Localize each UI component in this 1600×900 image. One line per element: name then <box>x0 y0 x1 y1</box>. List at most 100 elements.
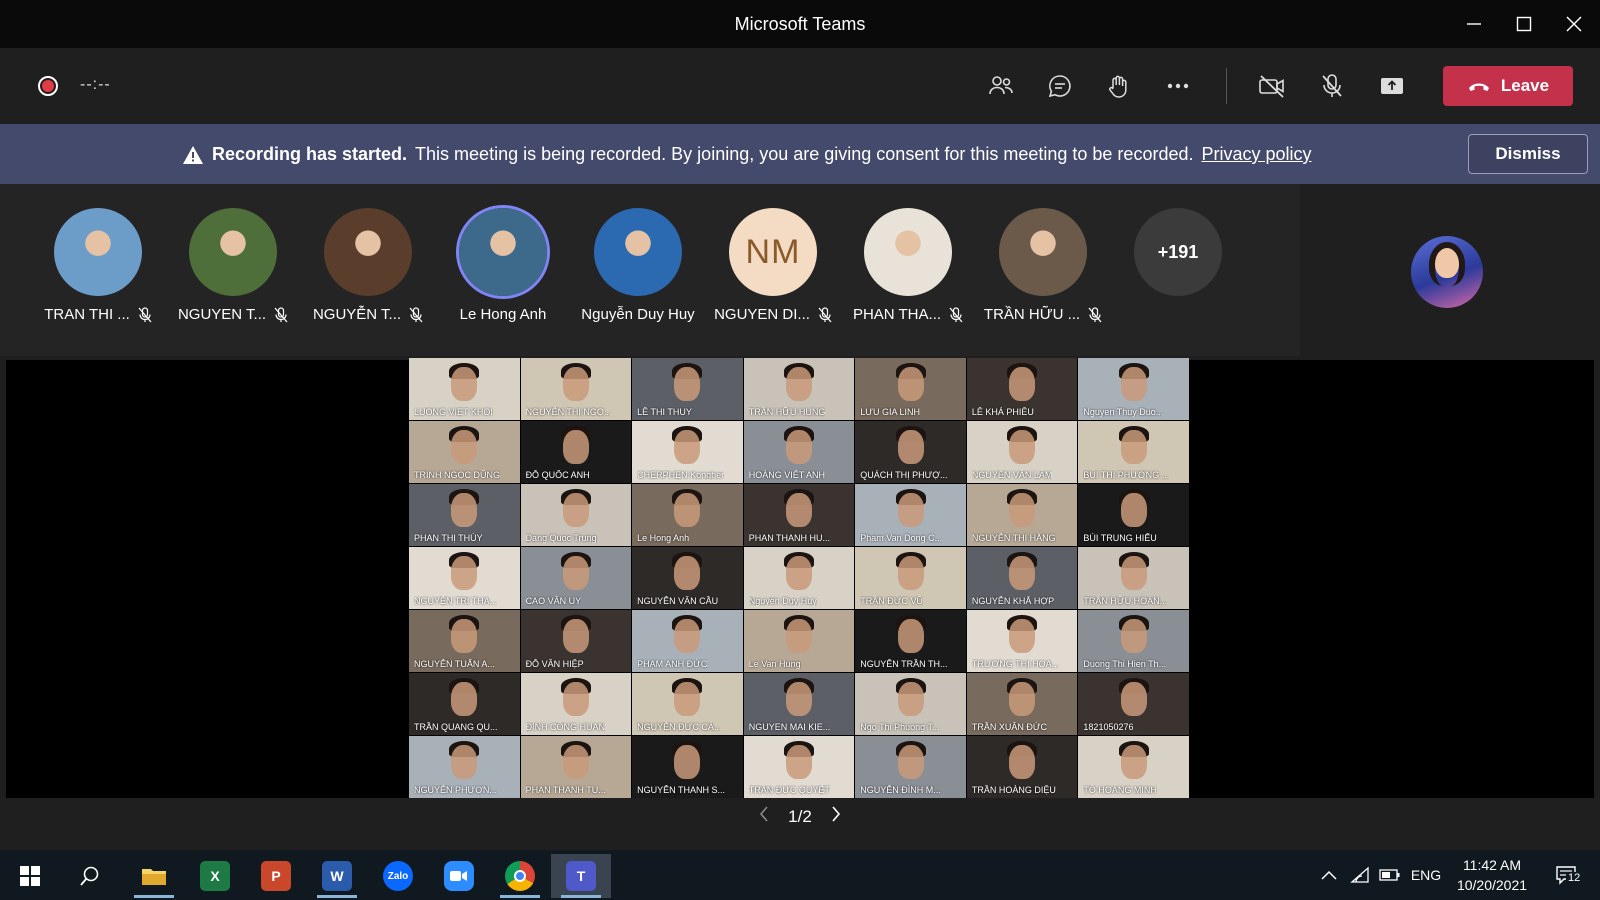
search-button[interactable] <box>60 854 120 898</box>
video-tile[interactable]: LÊ THI THUY <box>632 358 743 420</box>
video-tile[interactable]: TRẦN HỮU HUNG <box>743 358 855 420</box>
video-tile[interactable]: NGUYỄN VĂN LÂM <box>966 421 1078 483</box>
video-silhouette-face <box>897 744 924 779</box>
video-tile[interactable]: LUONG VIET KHOI <box>409 358 520 420</box>
video-tile[interactable]: ĐINH CÔNG HUAN <box>520 673 632 735</box>
video-tile[interactable]: Le Van Hung <box>743 610 855 672</box>
video-tile[interactable]: HOÀNG VIỆT ANH <box>743 421 855 483</box>
taskbar-app-button[interactable]: Zalo <box>368 854 428 898</box>
taskbar-app-button[interactable]: W <box>307 854 367 898</box>
video-tile[interactable]: TRẦN HOÀNG DIỆU <box>966 736 1078 798</box>
participant-name-row: Nguyễn Duy Huy <box>570 306 706 323</box>
participant-tile[interactable]: TRẦN HỮU ... <box>975 208 1111 323</box>
video-silhouette-face <box>451 555 478 590</box>
participant-tile[interactable]: Le Hong Anh <box>435 208 571 323</box>
video-tile[interactable]: NGUYEN MAI KIE... <box>743 673 855 735</box>
reactions-button[interactable] <box>1097 64 1141 108</box>
video-tile[interactable]: 1821050276 <box>1078 673 1189 735</box>
video-tile[interactable]: NGUYỄN VĂN CẦU <box>632 547 743 609</box>
video-tile[interactable]: BÙI THỊ PHƯƠNG ... <box>1078 421 1189 483</box>
taskbar-app-button[interactable]: P <box>246 854 306 898</box>
video-tile[interactable]: QUÁCH THỊ PHƯỢ... <box>855 421 966 483</box>
video-tile[interactable]: PHAN THANH HU... <box>743 484 855 546</box>
battery-button[interactable] <box>1376 850 1404 900</box>
video-tile[interactable]: TRINH NGỌC DŨNG <box>409 421 520 483</box>
video-silhouette-face <box>451 681 478 716</box>
video-tile[interactable]: Ngo Thi Phuong T... <box>855 673 966 735</box>
taskbar-app-button[interactable] <box>124 854 184 898</box>
system-clock[interactable]: 11:42 AM 10/20/2021 <box>1446 855 1538 895</box>
video-tile[interactable]: CHERPHEN Kongher <box>632 421 743 483</box>
maximize-button[interactable] <box>1504 8 1544 40</box>
video-tile[interactable]: BÙI TRUNG HIẾU <box>1078 484 1189 546</box>
video-tile[interactable]: Duong Thi Hien Th... <box>1078 610 1189 672</box>
video-tile[interactable]: TRẦN XUÂN ĐỨC <box>966 673 1078 735</box>
participant-tile[interactable]: PHAN THA... <box>840 208 976 323</box>
zalo-icon: Zalo <box>383 861 413 891</box>
video-tile[interactable]: Dang Quoc Trung <box>520 484 632 546</box>
video-tile[interactable]: NGUYỄN TUẤN A... <box>409 610 520 672</box>
taskbar-app-button[interactable] <box>490 854 550 898</box>
share-content-button[interactable] <box>1370 64 1414 108</box>
show-participants-button[interactable] <box>979 64 1023 108</box>
camera-toggle-button[interactable] <box>1250 64 1294 108</box>
video-tile[interactable]: TÔ HOÀNG MINH <box>1078 736 1189 798</box>
video-tile[interactable]: TRẦN HỮU HOÀN... <box>1078 547 1189 609</box>
previous-page-button[interactable] <box>759 806 769 827</box>
video-tile-label: TRƯƠNG THỊ HOA... <box>971 659 1060 669</box>
video-silhouette-face <box>897 681 924 716</box>
participant-tile[interactable]: Nguyễn Duy Huy <box>570 208 706 323</box>
video-tile[interactable]: ĐỖ QUỐC ANH <box>520 421 632 483</box>
more-actions-button[interactable] <box>1156 64 1200 108</box>
start-button[interactable] <box>0 854 60 898</box>
more-participants-button[interactable]: +191 <box>1110 208 1246 296</box>
video-tile[interactable]: Nguyen Thuy Duo... <box>1078 358 1189 420</box>
input-language-button[interactable]: ENG <box>1406 850 1446 900</box>
taskbar-app-button[interactable] <box>429 854 489 898</box>
taskbar-app-button[interactable]: T <box>551 854 611 898</box>
video-tile[interactable]: TRẦN ĐỨC VŨ <box>855 547 966 609</box>
mic-toggle-button[interactable] <box>1310 64 1354 108</box>
video-tile[interactable]: TRẦN ĐỨC QUYẾT <box>743 736 855 798</box>
video-tile[interactable]: ĐỖ VĂN HIỆP <box>520 610 632 672</box>
video-tile[interactable]: NGUYỄN ĐÌNH M... <box>855 736 966 798</box>
privacy-policy-link[interactable]: Privacy policy <box>1201 144 1311 165</box>
video-tile[interactable]: Nguyễn Duy Huy <box>743 547 855 609</box>
video-tile[interactable]: NGUYỄN KHẮ HỢP <box>966 547 1078 609</box>
show-hidden-icons-button[interactable] <box>1314 850 1344 900</box>
video-tile[interactable]: NGUYỄN ĐỨC CÁ... <box>632 673 743 735</box>
video-tile[interactable]: LƯU GIA LINH <box>855 358 966 420</box>
participant-tile[interactable]: NGUYỄN T... <box>300 208 436 323</box>
video-tile[interactable]: LÊ KHẢ PHIÊU <box>966 358 1078 420</box>
video-tile[interactable]: NGUYỄN THỊ NGỌ... <box>520 358 632 420</box>
show-conversation-button[interactable] <box>1038 64 1082 108</box>
video-tile[interactable]: NGUYỄN PHƯƠN... <box>409 736 520 798</box>
video-tile[interactable]: PHAN THANH TU... <box>520 736 632 798</box>
network-button[interactable] <box>1346 850 1374 900</box>
video-tile[interactable]: NGUYỄN THỊ HẰNG <box>966 484 1078 546</box>
video-tile[interactable]: NGUYỄN THANH S... <box>632 736 743 798</box>
self-avatar[interactable] <box>1411 236 1483 308</box>
video-tile-label: CHERPHEN Kongher <box>637 470 725 480</box>
taskbar-app-button[interactable]: X <box>185 854 245 898</box>
video-tile[interactable]: TRƯƠNG THỊ HOA... <box>966 610 1078 672</box>
participant-tile[interactable]: TRAN THI ... <box>30 208 166 323</box>
dismiss-button[interactable]: Dismiss <box>1468 134 1588 174</box>
clock-date: 10/20/2021 <box>1456 877 1528 893</box>
leave-button[interactable]: Leave <box>1443 66 1573 106</box>
video-tile[interactable]: PHAN THỊ THÚY <box>409 484 520 546</box>
next-page-button[interactable] <box>831 806 841 827</box>
video-tile[interactable]: NGUYỄN TRÍ THA... <box>409 547 520 609</box>
participant-name-row: NGUYEN DI... <box>705 306 841 323</box>
participant-tile[interactable]: NGUYEN T... <box>165 208 301 323</box>
video-tile[interactable]: Le Hong Anh <box>632 484 743 546</box>
minimize-button[interactable] <box>1454 8 1494 40</box>
action-center-button[interactable]: 12 <box>1546 850 1586 900</box>
video-tile[interactable]: PHẠM ANH ĐỨC <box>632 610 743 672</box>
close-button[interactable] <box>1554 8 1594 40</box>
video-tile[interactable]: NGUYỄN TRẦN TH... <box>855 610 966 672</box>
video-tile[interactable]: TRẦN QUANG QU... <box>409 673 520 735</box>
video-tile[interactable]: Pham Van Dong C... <box>855 484 966 546</box>
video-tile[interactable]: CAO VĂN UY <box>520 547 632 609</box>
participant-tile[interactable]: NM NGUYEN DI... <box>705 208 841 323</box>
